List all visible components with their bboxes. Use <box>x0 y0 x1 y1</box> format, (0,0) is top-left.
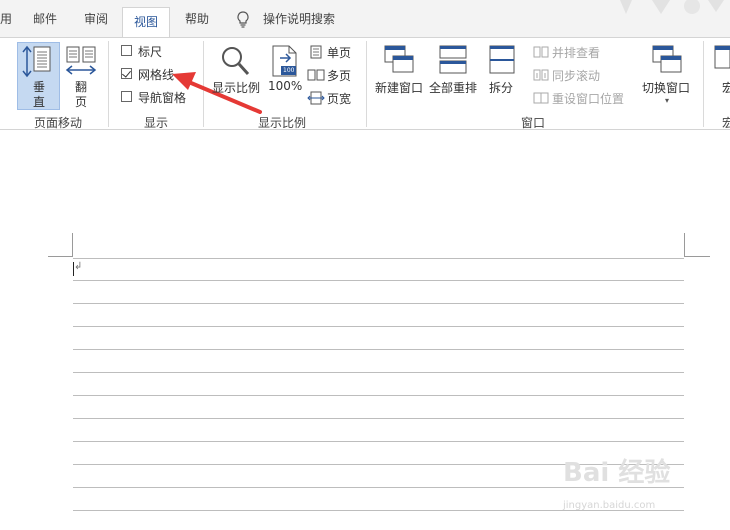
watermark-logo: Bai 经验 <box>563 458 671 488</box>
gridline <box>73 418 684 419</box>
crop-mark <box>684 233 685 257</box>
tab-help[interactable]: 帮助 <box>185 10 209 27</box>
group-separator <box>703 41 704 127</box>
side-by-side-icon <box>533 45 549 62</box>
ribbon-panel <box>0 37 730 130</box>
gridline <box>73 395 684 396</box>
group-separator <box>108 41 109 127</box>
crop-mark <box>48 256 73 257</box>
reset-position-icon <box>533 91 549 108</box>
reset-position-label[interactable]: 重设窗口位置 <box>552 90 624 107</box>
group-separator <box>366 41 367 127</box>
tab-mail[interactable]: 邮件 <box>33 10 57 27</box>
decorative-shapes-icon <box>612 0 730 23</box>
ruler-label[interactable]: 标尺 <box>138 43 162 60</box>
new-window-label: 新建窗口 <box>375 81 424 95</box>
tab-review[interactable]: 审阅 <box>84 10 108 27</box>
tell-me-search[interactable]: 操作说明搜索 <box>263 10 335 27</box>
group-label-show: 显示 <box>144 116 169 130</box>
group-label-zoom: 显示比例 <box>258 116 307 130</box>
gridline <box>73 258 684 259</box>
page-width-label[interactable]: 页宽 <box>327 90 351 107</box>
nav-pane-checkbox[interactable] <box>121 91 132 102</box>
sync-scroll-label[interactable]: 同步滚动 <box>552 67 600 84</box>
one-page-icon <box>309 45 323 62</box>
gridline <box>73 303 684 304</box>
vertical-label-bottom: 直 <box>33 95 46 109</box>
gridline <box>73 326 684 327</box>
group-label-page-movement: 页面移动 <box>34 116 83 130</box>
tab-partial[interactable]: 用 <box>0 10 12 27</box>
multiple-pages-icon <box>307 68 325 85</box>
flip-label-bottom: 页 <box>75 95 88 109</box>
macros-label[interactable]: 宏 <box>722 79 730 96</box>
group-label-window: 窗口 <box>521 116 546 130</box>
group-label-macros: 宏 <box>722 116 730 130</box>
switch-windows-label: 切换窗口 <box>642 81 691 95</box>
hundred-percent-label: 100% <box>268 79 303 93</box>
zoom-label: 显示比例 <box>212 81 261 95</box>
gridline <box>73 372 684 373</box>
watermark-url: jingyan.baidu.com <box>563 500 656 511</box>
multiple-pages-label[interactable]: 多页 <box>327 67 351 84</box>
crop-mark <box>684 256 710 257</box>
gridlines-label[interactable]: 网格线 <box>138 66 174 83</box>
ruler-checkbox[interactable] <box>121 45 132 56</box>
arrange-all-label: 全部重排 <box>429 81 478 95</box>
sync-scroll-icon <box>533 68 549 85</box>
side-by-side-label[interactable]: 并排查看 <box>552 44 600 61</box>
gridlines-checkbox[interactable] <box>121 68 132 79</box>
paragraph-mark: ↲ <box>74 261 83 272</box>
vertical-scroll-icon <box>22 45 54 82</box>
crop-mark <box>72 233 73 257</box>
one-page-label[interactable]: 单页 <box>327 44 351 61</box>
gridline <box>73 441 684 442</box>
chevron-down-icon: ▾ <box>665 96 670 105</box>
gridline <box>73 280 684 281</box>
split-label: 拆分 <box>489 81 514 95</box>
page-width-icon <box>307 91 325 108</box>
tab-view[interactable]: 视图 <box>122 7 170 37</box>
macros-icon <box>713 44 730 79</box>
gridline <box>73 349 684 350</box>
lightbulb-icon <box>236 11 250 31</box>
